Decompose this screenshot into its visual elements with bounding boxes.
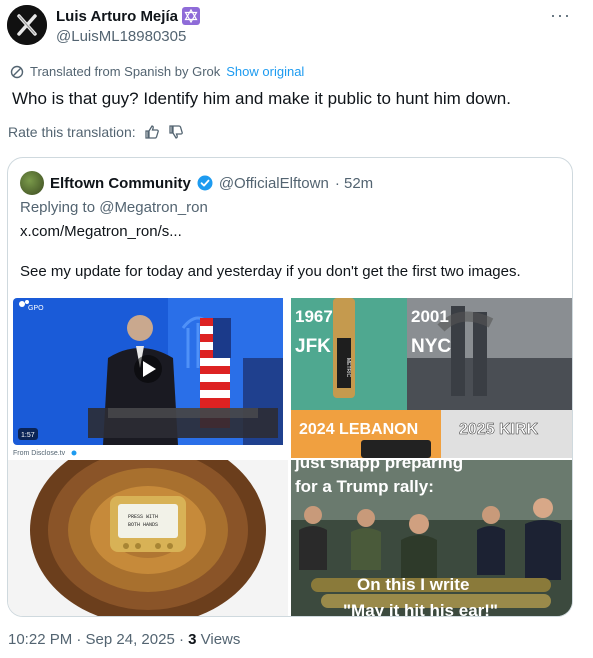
star-of-david-icon: [181, 7, 200, 25]
show-original-link[interactable]: Show original: [226, 64, 304, 79]
tweet-text: Who is that guy? Identify him and make i…: [12, 89, 511, 108]
author-handle[interactable]: @LuisML18980305: [56, 28, 186, 45]
caption-top: for a Trump rally:: [295, 477, 434, 496]
caption-cut-bottom: "May it hit his ear!": [343, 601, 498, 617]
caption-lebanon: 2024 LEBANON: [299, 421, 418, 438]
views-label: Views: [196, 631, 241, 648]
collage-image: METRIC 1967 JFK 2001 NYC 2024 LEBANON 20…: [291, 298, 572, 458]
quoted-time: · 52m: [334, 174, 374, 192]
video-thumbnail: GPO 1:57 From Disclose.tv: [13, 298, 283, 457]
cartridge-label: METRIC: [345, 358, 351, 378]
caption-jfk: JFK: [295, 336, 331, 357]
quoted-text: See my update for today and yesterday if…: [20, 263, 521, 280]
caption-cut-top: just snapp preparing: [294, 460, 463, 472]
quoted-name[interactable]: Elftown Community: [50, 175, 191, 192]
pager-text-line2: BOTH HANDS: [128, 522, 158, 528]
avatar-x-icon: [7, 5, 47, 45]
media-meme-photo[interactable]: just snapp preparing for a Trump rally: …: [291, 460, 572, 617]
replying-to: Replying to @Megatron_ron: [20, 199, 208, 216]
gpo-badge: GPO: [28, 305, 44, 312]
caption-2001: 2001: [411, 307, 449, 326]
media-grid: GPO 1:57 From Disclose.tv METRIC 1967 JF…: [8, 298, 572, 617]
meme-photo: just snapp preparing for a Trump rally: …: [291, 460, 572, 617]
caption-kirk: 2025 KIRK: [459, 421, 539, 438]
media-meme-collage[interactable]: METRIC 1967 JFK 2001 NYC 2024 LEBANON 20…: [291, 298, 572, 458]
pager-text-line1: PRESS WITH: [128, 514, 158, 520]
video-credit: From Disclose.tv: [13, 450, 66, 457]
thumbs-up-icon[interactable]: [144, 124, 160, 140]
video-duration: 1:57: [21, 432, 35, 439]
rate-translation: Rate this translation:: [8, 124, 184, 140]
avatar[interactable]: [7, 5, 47, 45]
media-video[interactable]: GPO 1:57 From Disclose.tv: [8, 298, 288, 458]
author-name-row[interactable]: Luis Arturo Mejía: [56, 7, 200, 25]
post-time[interactable]: 10:22 PM · Sep 24, 2025 ·: [8, 631, 188, 648]
caption-nyc: NYC: [411, 336, 451, 357]
rate-label: Rate this translation:: [8, 124, 136, 140]
media-pager-image[interactable]: PRESS WITH BOTH HANDS: [8, 460, 288, 616]
author-name[interactable]: Luis Arturo Mejía: [56, 8, 178, 25]
verified-icon: [197, 175, 213, 191]
post-meta: 10:22 PM · Sep 24, 2025 · 3 Views: [8, 631, 240, 648]
quoted-avatar[interactable]: [20, 171, 44, 195]
grok-icon: [10, 65, 24, 78]
quoted-header: Elftown Community @OfficialElftown · 52m: [20, 171, 373, 195]
translation-text: Translated from Spanish by Grok: [30, 64, 221, 79]
pager-image: PRESS WITH BOTH HANDS: [8, 460, 288, 616]
thumbs-down-icon[interactable]: [168, 124, 184, 140]
more-options-icon[interactable]: ···: [550, 5, 571, 26]
quoted-post[interactable]: Elftown Community @OfficialElftown · 52m…: [7, 157, 573, 617]
caption-bottom: On this I write: [357, 575, 469, 594]
caption-1967: 1967: [295, 307, 333, 326]
quoted-handle[interactable]: @OfficialElftown: [219, 175, 329, 192]
quoted-link[interactable]: x.com/Megatron_ron/s...: [20, 223, 182, 240]
translation-note: Translated from Spanish by Grok Show ori…: [10, 64, 304, 79]
